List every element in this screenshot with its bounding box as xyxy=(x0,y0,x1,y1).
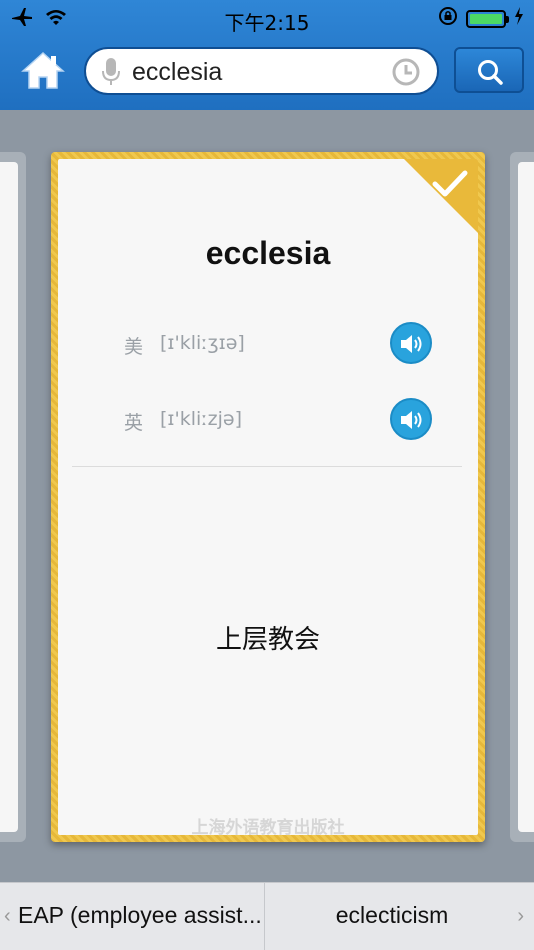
pronunciation-ipa: [ɪ'kliːʒɪə] xyxy=(160,332,245,354)
chevron-left-icon: ‹ xyxy=(4,905,11,927)
checkmark-icon[interactable] xyxy=(432,169,468,199)
home-button[interactable] xyxy=(20,50,66,92)
headword: ecclesia xyxy=(205,235,331,271)
battery-icon xyxy=(466,10,509,28)
home-icon xyxy=(21,51,65,89)
play-us-audio-button[interactable] xyxy=(390,322,432,364)
card-divider xyxy=(72,466,462,467)
definition: 上层教会 xyxy=(215,625,320,655)
word-card: ecclesia 美 [ɪ'kliːʒɪə] 英 [ɪ'kliːzjə] 上层教… xyxy=(51,152,485,842)
search-button[interactable] xyxy=(454,47,524,93)
pronunciation-label: 英 xyxy=(124,412,144,434)
search-box[interactable] xyxy=(84,47,439,95)
publisher-watermark: 上海外语教育出版社 xyxy=(191,818,345,835)
next-card-edge[interactable] xyxy=(510,152,534,842)
next-word-label: eclecticism xyxy=(335,902,449,928)
pronunciation-row-us: 美 [ɪ'kliːʒɪə] xyxy=(124,322,434,364)
pronunciation-label: 美 xyxy=(124,336,144,358)
previous-card-edge[interactable] xyxy=(0,152,26,842)
previous-word-button[interactable]: ‹ EAP (employee assist... xyxy=(0,883,265,950)
speaker-icon xyxy=(401,335,422,353)
play-uk-audio-button[interactable] xyxy=(390,398,432,440)
search-input[interactable] xyxy=(132,57,382,87)
pronunciation-ipa: [ɪ'kliːzjə] xyxy=(160,408,243,430)
search-icon xyxy=(478,60,503,85)
next-word-button[interactable]: eclecticism › xyxy=(266,883,534,950)
speaker-icon xyxy=(401,411,422,429)
history-icon[interactable] xyxy=(391,57,421,87)
top-header: 下午2:15 xyxy=(0,0,534,110)
bottom-navigation: ‹ EAP (employee assist... eclecticism › xyxy=(0,882,534,950)
microphone-icon[interactable] xyxy=(100,57,122,87)
previous-word-label: EAP (employee assist... xyxy=(18,902,262,928)
chevron-right-icon: › xyxy=(517,905,524,927)
status-bar: 下午2:15 xyxy=(0,0,534,36)
pronunciation-row-uk: 英 [ɪ'kliːzjə] xyxy=(124,398,434,440)
lock-rotation-icon xyxy=(438,6,458,32)
charging-icon xyxy=(514,7,524,31)
